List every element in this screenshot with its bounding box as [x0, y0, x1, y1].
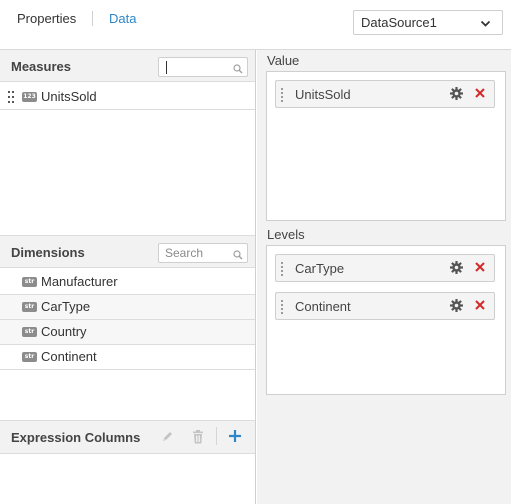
dimension-item-label: Continent: [41, 349, 97, 364]
string-type-badge: str: [22, 352, 37, 362]
dimension-item-label: CarType: [41, 299, 91, 314]
string-type-badge: str: [22, 327, 37, 337]
measures-search-input[interactable]: [158, 57, 248, 77]
value-item-unitssold[interactable]: UnitsSold: [275, 80, 495, 108]
gear-icon[interactable]: [450, 299, 463, 315]
levels-item-label: CarType: [295, 261, 345, 276]
levels-item-cartype[interactable]: CarType: [275, 254, 495, 282]
pencil-icon[interactable]: [161, 430, 174, 446]
dimension-item-continent[interactable]: str Continent: [0, 345, 255, 370]
expression-columns-header: Expression Columns: [0, 420, 255, 454]
trash-icon[interactable]: [192, 430, 204, 447]
measures-header: Measures: [0, 50, 255, 82]
drag-handle-icon[interactable]: [281, 300, 284, 317]
value-drop-zone[interactable]: UnitsSold: [266, 71, 506, 221]
search-icon: [233, 62, 243, 77]
measure-item-unitssold[interactable]: 123 UnitsSold: [0, 85, 255, 110]
levels-zone-title: Levels: [267, 227, 305, 242]
value-item-label: UnitsSold: [295, 87, 351, 102]
close-icon[interactable]: [474, 87, 486, 102]
tab-data[interactable]: Data: [109, 11, 136, 27]
levels-item-continent[interactable]: Continent: [275, 292, 495, 320]
fields-panel: Measures 123 UnitsSold Dimensions Search…: [0, 50, 256, 504]
search-icon: [233, 248, 243, 263]
dimension-item-label: Manufacturer: [41, 274, 118, 289]
drag-handle-icon[interactable]: [281, 88, 284, 105]
close-icon[interactable]: [474, 261, 486, 276]
search-placeholder: Search: [165, 246, 204, 260]
measures-title: Measures: [11, 59, 71, 74]
dimension-item-label: Country: [41, 324, 87, 339]
datasource-dropdown[interactable]: DataSource1: [353, 10, 503, 35]
drag-handle-icon[interactable]: [8, 91, 15, 107]
chevron-down-icon: [480, 17, 491, 32]
measure-item-label: UnitsSold: [41, 89, 97, 104]
gear-icon[interactable]: [450, 87, 463, 103]
tab-properties[interactable]: Properties: [17, 11, 76, 27]
dimensions-title: Dimensions: [11, 245, 85, 260]
dimension-item-country[interactable]: str Country: [0, 320, 255, 345]
dimensions-header: Dimensions Search: [0, 235, 255, 268]
top-bar: Properties Data DataSource1: [0, 0, 511, 50]
string-type-badge: str: [22, 277, 37, 287]
dimension-item-manufacturer[interactable]: str Manufacturer: [0, 270, 255, 295]
gear-icon[interactable]: [450, 261, 463, 277]
string-type-badge: str: [22, 302, 37, 312]
plus-icon[interactable]: [228, 429, 242, 446]
close-icon[interactable]: [474, 299, 486, 314]
drop-zones-panel: Value UnitsSold Levels CarType Continent: [257, 50, 511, 504]
dimensions-search-input[interactable]: Search: [158, 243, 248, 263]
expression-columns-title: Expression Columns: [11, 430, 141, 445]
levels-drop-zone[interactable]: CarType Continent: [266, 245, 506, 395]
datasource-selected-value: DataSource1: [361, 15, 437, 30]
tab-divider: [92, 11, 93, 26]
value-zone-title: Value: [267, 53, 300, 68]
dimension-item-cartype[interactable]: str CarType: [0, 295, 255, 320]
numeric-type-badge: 123: [22, 92, 37, 102]
drag-handle-icon[interactable]: [281, 262, 284, 279]
levels-item-label: Continent: [295, 299, 351, 314]
toolbar-divider: [216, 427, 217, 445]
text-cursor: [166, 61, 167, 74]
